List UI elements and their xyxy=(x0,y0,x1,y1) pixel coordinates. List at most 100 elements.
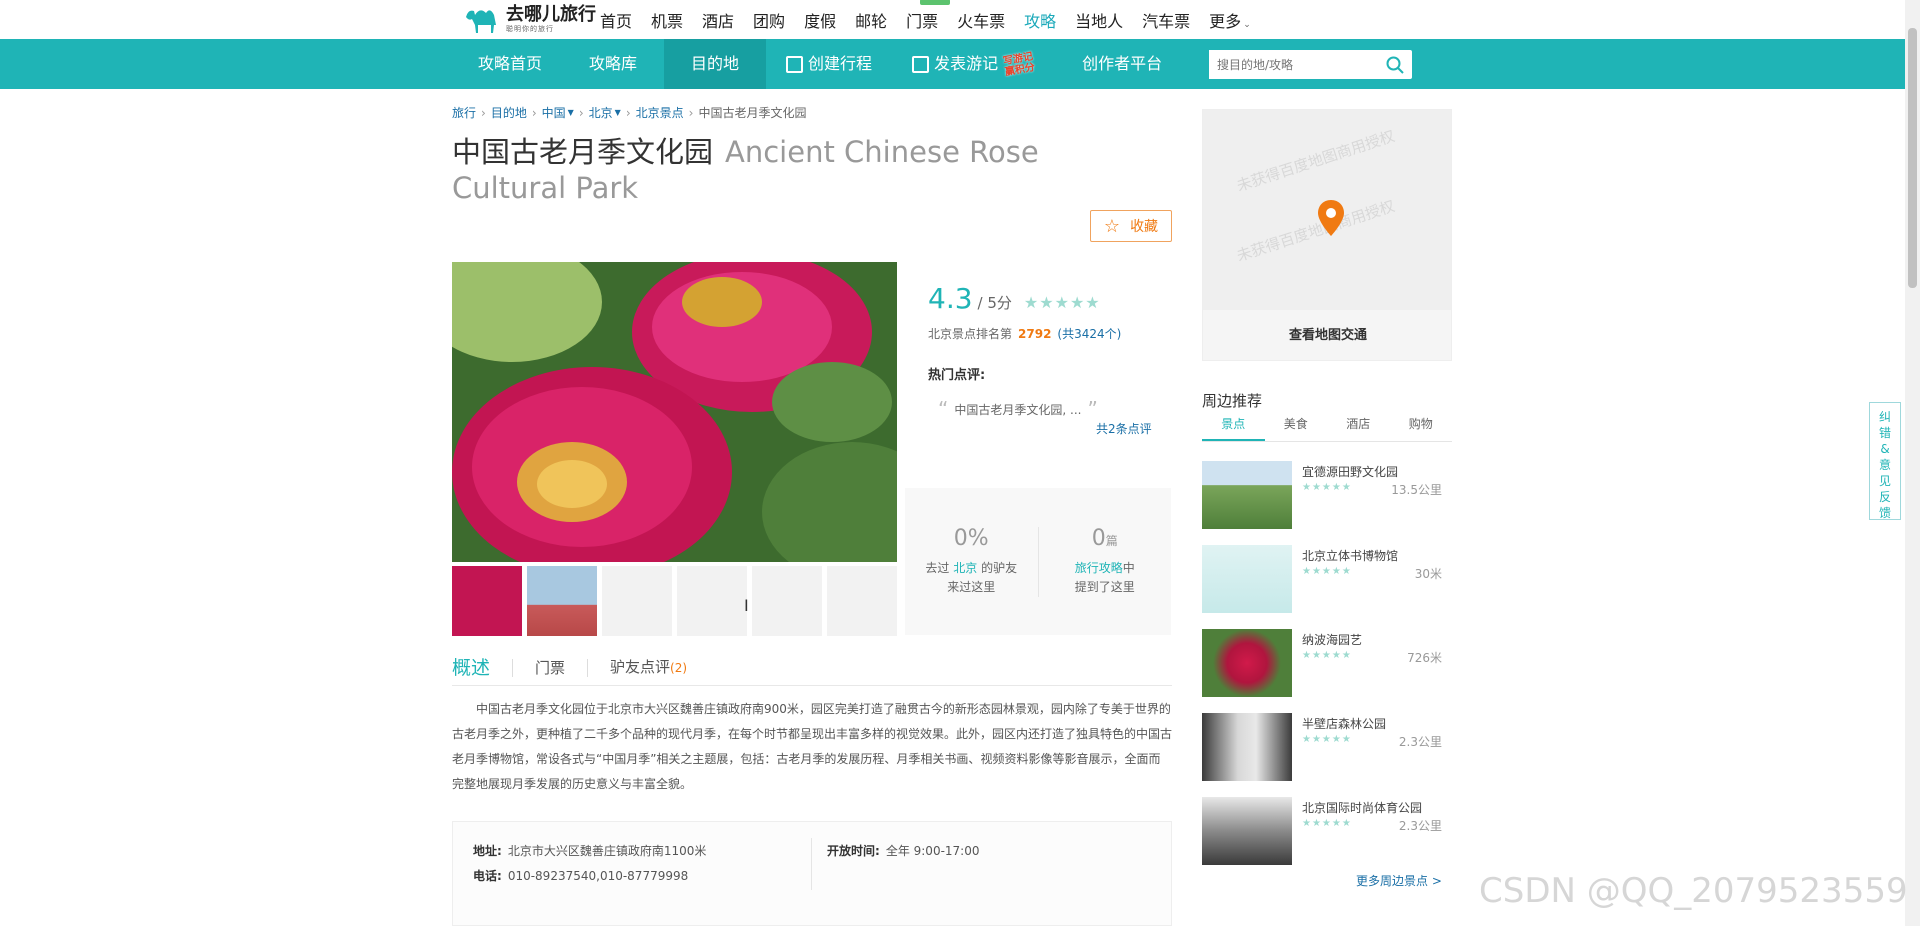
favorite-label: 收藏 xyxy=(1130,219,1159,235)
thumbnail-empty[interactable] xyxy=(827,566,897,636)
tab-overview[interactable]: 概述 xyxy=(452,658,514,677)
nearby-distance: 13.5公里 xyxy=(1391,483,1442,497)
map-area[interactable]: 未获得百度地图商用授权 未获得百度地图商用授权 xyxy=(1203,110,1451,310)
topnav-tickets[interactable]: 门票 xyxy=(906,0,951,32)
breadcrumb: 旅行 › 目的地 › 中国 ▼ › 北京 ▼ › 北京景点 › 中国古老月季文化园 xyxy=(452,104,807,121)
topnav-flights[interactable]: 机票 xyxy=(651,8,683,32)
more-nearby-link[interactable]: 更多周边景点 > xyxy=(1356,872,1442,889)
main-photo[interactable] xyxy=(452,262,897,562)
breadcrumb-beijing-sights[interactable]: 北京景点 xyxy=(636,104,684,121)
topnav-groupbuy[interactable]: 团购 xyxy=(753,8,785,32)
topnav-guides[interactable]: 攻略 xyxy=(1024,8,1056,32)
thumbnail-empty[interactable] xyxy=(752,566,822,636)
nearby-stars: ★★★★★ xyxy=(1302,566,1352,577)
visited-city-link[interactable]: 北京 xyxy=(953,561,977,575)
scrollbar[interactable] xyxy=(1905,0,1920,926)
feedback-tab[interactable]: 纠错&意见反馈 xyxy=(1869,402,1901,520)
thumbnail-empty[interactable] xyxy=(602,566,672,636)
hot-comment[interactable]: “ 中国古老月季文化园, ... ” xyxy=(932,397,1104,421)
map-watermark: 未获得百度地图商用授权 xyxy=(1234,196,1397,266)
score: 4.3 xyxy=(928,282,973,315)
list-item[interactable]: 宜德源田野文化园 ★★★★★ 13.5公里 xyxy=(1202,461,1452,545)
hot-comments-label: 热门点评: xyxy=(928,368,986,383)
search-icon[interactable] xyxy=(1386,56,1404,74)
address-label: 地址: xyxy=(473,844,502,858)
publish-badge: 写游记赢积分 xyxy=(1002,51,1036,79)
subnav-destination[interactable]: 目的地 xyxy=(664,39,767,89)
rating-stars: ★★★★★ xyxy=(1023,293,1101,312)
nearby-distance: 30米 xyxy=(1414,567,1442,581)
view-map-button[interactable]: 查看地图交通 xyxy=(1203,310,1451,360)
page-title: 中国古老月季文化园 Ancient Chinese Rose Cultural P… xyxy=(452,134,1152,206)
phone-row: 电话: 010-89237540,010-87779998 xyxy=(473,867,688,884)
subnav-create-trip[interactable]: 创建行程 xyxy=(766,39,892,89)
thumbnail-empty[interactable] xyxy=(677,566,747,636)
logo[interactable]: 去哪儿旅行 聪明你的旅行 xyxy=(462,0,596,39)
topnav-hotels[interactable]: 酒店 xyxy=(702,8,734,32)
all-comments-link[interactable]: 共2条点评 xyxy=(1096,420,1152,437)
topnav-more-label: 更多 xyxy=(1209,11,1242,31)
breadcrumb-beijing[interactable]: 北京 xyxy=(589,104,613,121)
list-item[interactable]: 纳波海园艺 ★★★★★ 726米 xyxy=(1202,629,1452,713)
nearby-tab-sights[interactable]: 景点 xyxy=(1202,414,1265,441)
sub-nav: 攻略首页 攻略库 目的地 创建行程 发表游记 写游记赢积分 创作者平台 xyxy=(458,39,1182,89)
subnav-guide-library[interactable]: 攻略库 xyxy=(562,39,664,89)
breadcrumb-travel[interactable]: 旅行 xyxy=(452,104,476,121)
topnav-train[interactable]: 火车票 xyxy=(957,8,1005,32)
quote-open-icon: “ xyxy=(938,397,949,421)
map-watermark: 未获得百度地图商用授权 xyxy=(1234,126,1397,196)
topnav-bus[interactable]: 汽车票 xyxy=(1142,8,1190,32)
list-item[interactable]: 半壁店森林公园 ★★★★★ 2.3公里 xyxy=(1202,713,1452,797)
chevron-down-icon: ⌄ xyxy=(1243,19,1251,30)
subnav-guide-home[interactable]: 攻略首页 xyxy=(458,39,562,89)
tab-reviews[interactable]: 驴友点评(2) xyxy=(610,658,709,677)
nearby-distance: 2.3公里 xyxy=(1398,819,1442,833)
list-item[interactable]: 北京国际时尚体育公园 ★★★★★ 2.3公里 xyxy=(1202,797,1452,881)
scrollbar-thumb[interactable] xyxy=(1908,28,1917,288)
subnav-creator-platform[interactable]: 创作者平台 xyxy=(1062,39,1182,89)
topnav-vacation[interactable]: 度假 xyxy=(804,8,836,32)
breadcrumb-china[interactable]: 中国 xyxy=(542,104,566,121)
caret-down-icon[interactable]: ▼ xyxy=(615,108,621,117)
stat-visited: 0% 去过 北京 的驴友 来过这里 xyxy=(905,526,1038,597)
rank-number: 2792 xyxy=(1018,327,1052,341)
guides-link[interactable]: 旅行攻略 xyxy=(1075,561,1123,575)
caret-down-icon[interactable]: ▼ xyxy=(568,108,574,117)
top-header: 去哪儿旅行 聪明你的旅行 首页 机票 酒店 团购 度假 邮轮 门票 火车票 攻略… xyxy=(0,0,1920,39)
nearby-tab-food[interactable]: 美食 xyxy=(1265,414,1328,441)
topnav-tickets-label: 门票 xyxy=(906,11,939,31)
thumbnail-field[interactable] xyxy=(527,566,597,636)
rating: 4.3 / 5分 ★★★★★ xyxy=(928,282,1101,315)
tab-reviews-label: 驴友点评 xyxy=(610,658,671,676)
tab-tickets[interactable]: 门票 xyxy=(535,658,589,677)
visited-line2: 来过这里 xyxy=(947,580,996,594)
nearby-tab-hotels[interactable]: 酒店 xyxy=(1327,414,1390,441)
rank-total[interactable]: (共3424个) xyxy=(1057,327,1121,341)
breadcrumb-current: 中国古老月季文化园 xyxy=(698,106,807,120)
subnav-publish-travelogue[interactable]: 发表游记 写游记赢积分 xyxy=(892,39,1062,89)
map[interactable]: 未获得百度地图商用授权 未获得百度地图商用授权 查看地图交通 xyxy=(1202,109,1452,361)
topnav-locals[interactable]: 当地人 xyxy=(1075,8,1123,32)
topnav-more[interactable]: 更多 ⌄ xyxy=(1209,8,1251,32)
info-box: 地址: 北京市大兴区魏善庄镇政府南1100米 电话: 010-89237540,01… xyxy=(452,821,1172,926)
thumbnail-peony[interactable] xyxy=(452,566,522,636)
thumbnail-strip xyxy=(452,566,902,636)
star-outline-icon: ☆ xyxy=(1103,215,1121,237)
search-input[interactable] xyxy=(1209,50,1379,79)
nearby-stars: ★★★★★ xyxy=(1302,650,1352,661)
rank: 北京景点排名第 2792 (共3424个) xyxy=(928,325,1121,342)
topnav-home[interactable]: 首页 xyxy=(600,8,632,32)
topnav-cruise[interactable]: 邮轮 xyxy=(855,8,887,32)
nearby-thumb xyxy=(1202,713,1292,781)
mentioned-unit: 篇 xyxy=(1105,534,1118,548)
address-value: 北京市大兴区魏善庄镇政府南1100米 xyxy=(507,844,707,858)
list-item[interactable]: 北京立体书博物馆 ★★★★★ 30米 xyxy=(1202,545,1452,629)
stats-box: 0% 去过 北京 的驴友 来过这里 0篇 旅行攻略中 提到了这里 xyxy=(905,488,1171,635)
map-pin-icon[interactable] xyxy=(1317,200,1345,236)
nearby-tab-shopping[interactable]: 购物 xyxy=(1390,414,1453,441)
hot-badge xyxy=(920,0,951,5)
favorite-button[interactable]: ☆ 收藏 xyxy=(1090,210,1172,242)
nearby-thumb xyxy=(1202,629,1292,697)
nearby-stars: ★★★★★ xyxy=(1302,482,1352,493)
breadcrumb-destination[interactable]: 目的地 xyxy=(491,104,527,121)
